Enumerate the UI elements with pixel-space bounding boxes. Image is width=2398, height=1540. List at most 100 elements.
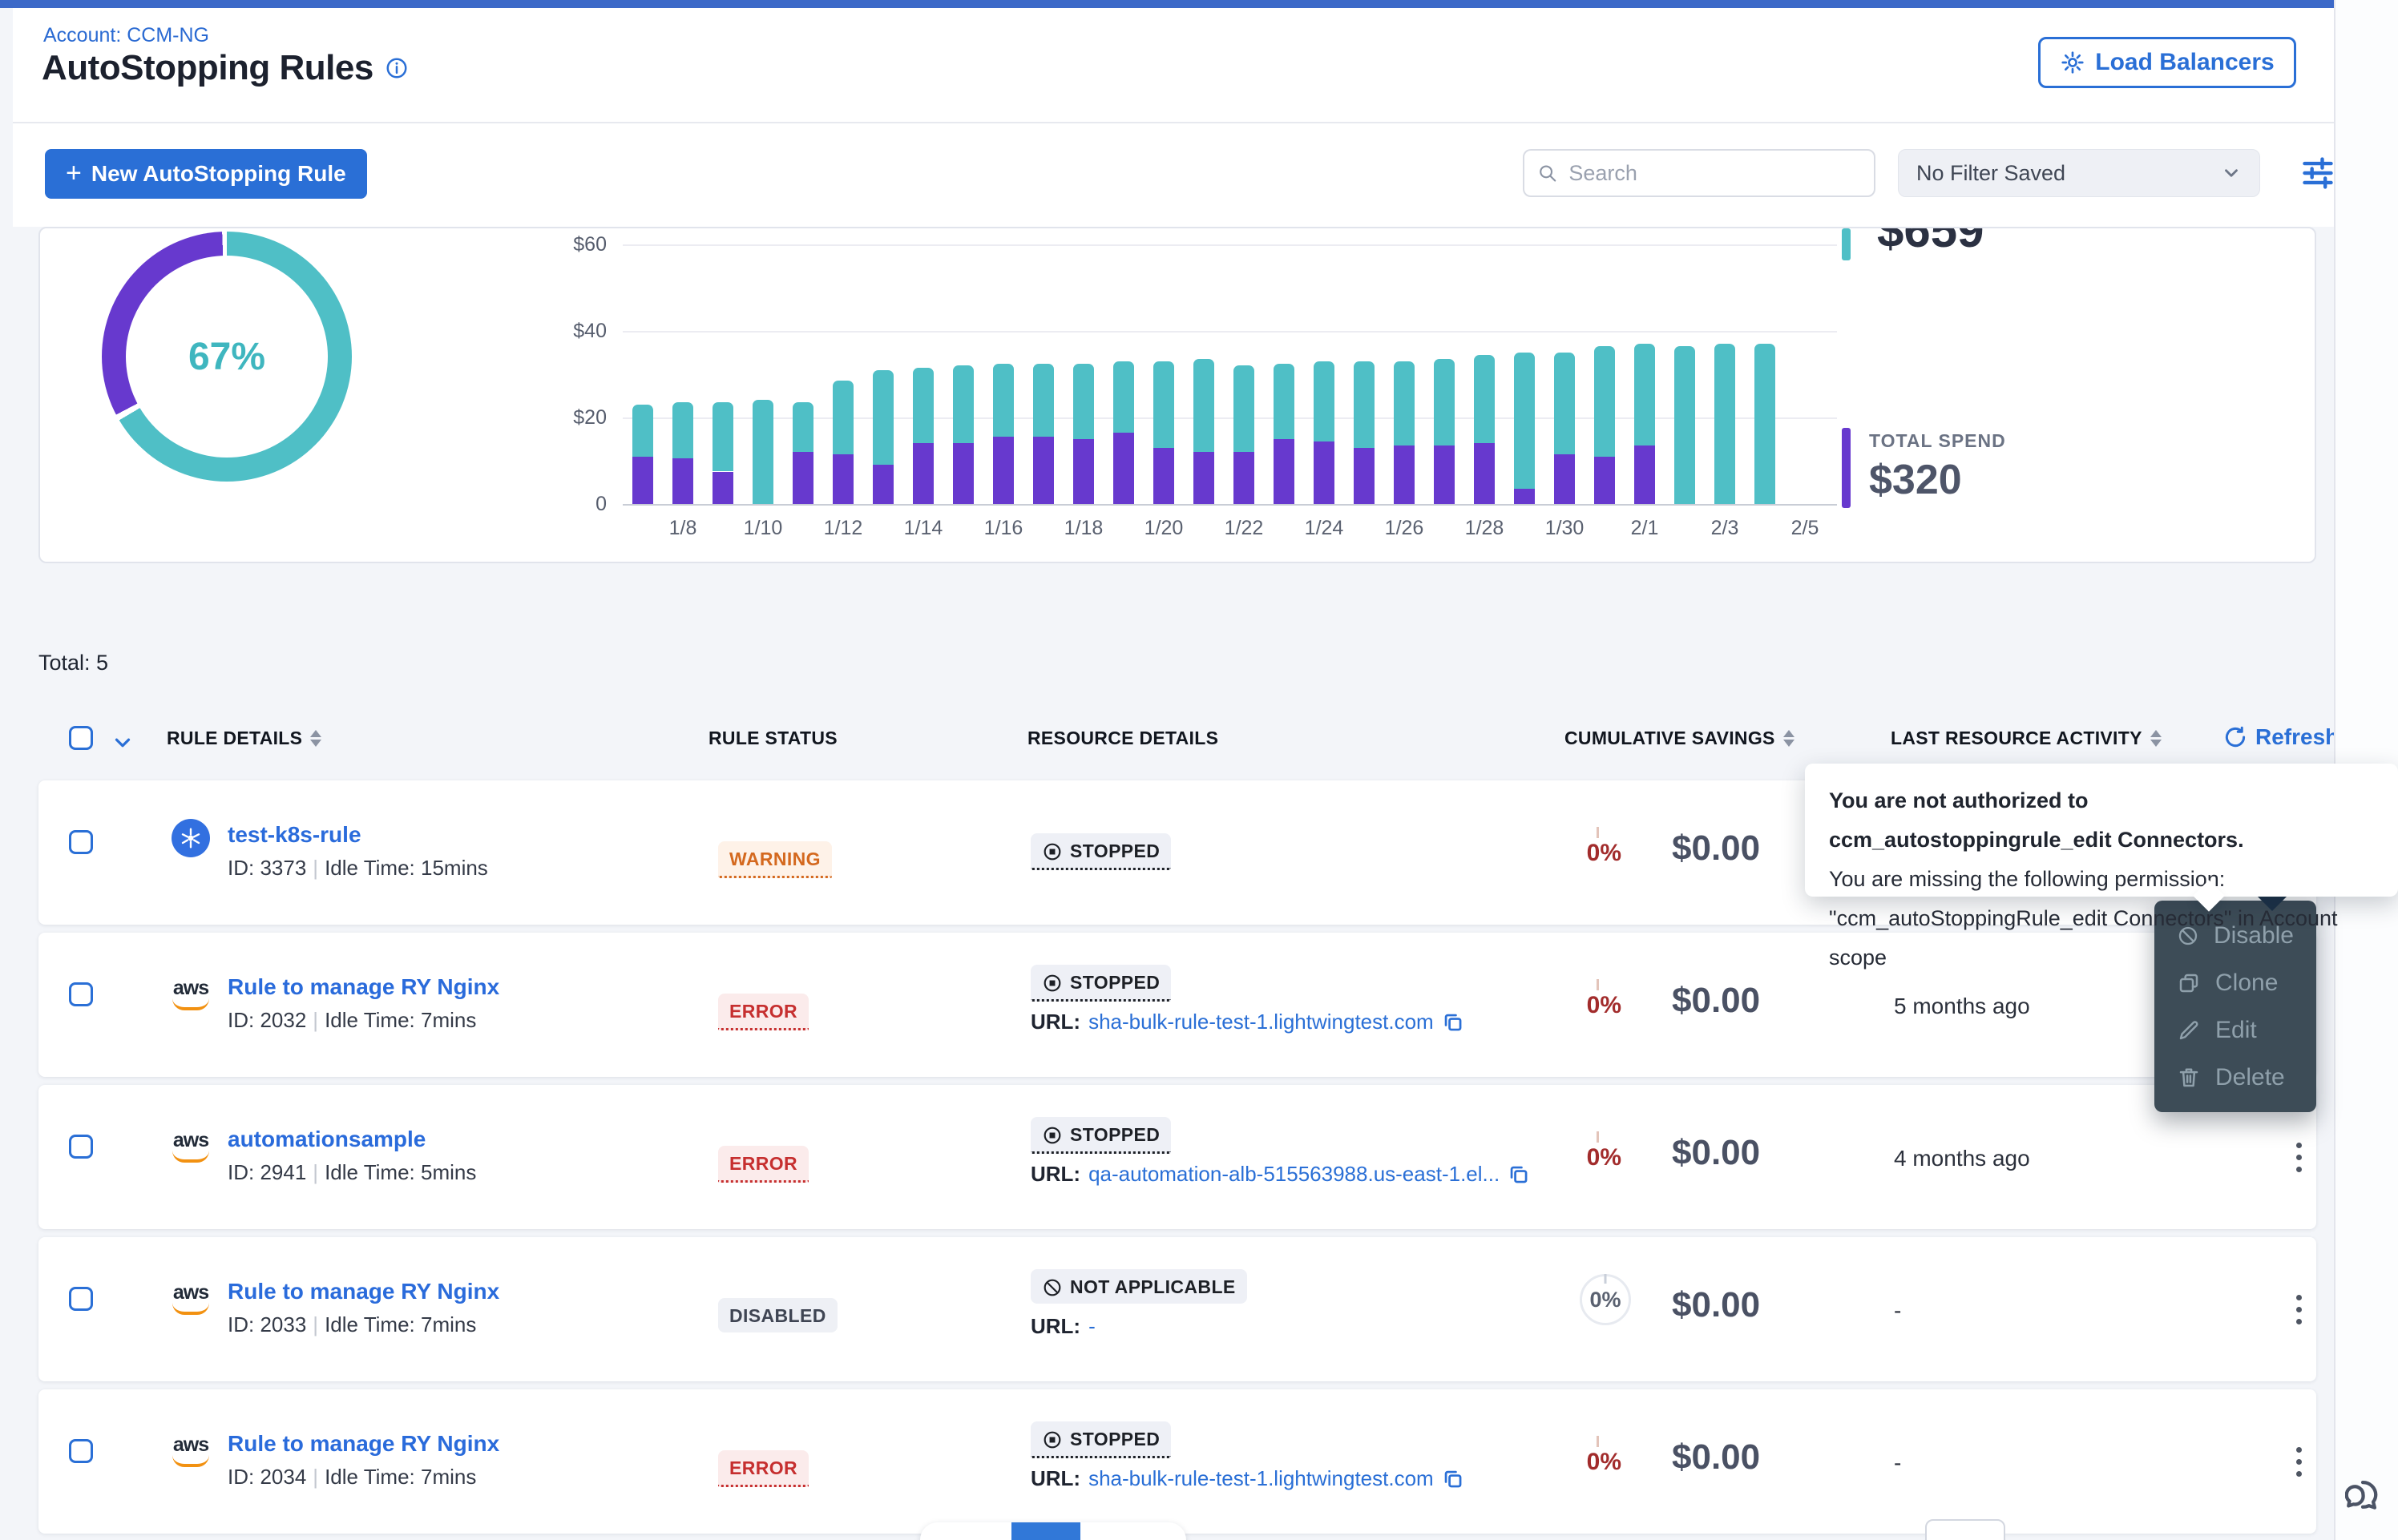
row-checkbox[interactable]	[69, 1439, 93, 1463]
total-spend-value: $320	[1869, 456, 1962, 504]
stopped-icon	[1042, 1429, 1063, 1450]
bar-1/25	[1354, 228, 1375, 504]
chevron-down-icon	[2221, 163, 2242, 183]
x-axis-tick: 1/30	[1545, 517, 1585, 540]
savings-amount: $0.00	[1672, 1133, 1760, 1173]
x-axis-tick: 1/22	[1225, 517, 1264, 540]
bar-1/27	[1434, 228, 1455, 504]
column-rule-details[interactable]: RULE DETAILS	[167, 728, 321, 749]
column-last-resource-activity[interactable]: LAST RESOURCE ACTIVITY	[1891, 728, 2162, 749]
resource-url-link[interactable]: sha-bulk-rule-test-1.lightwingtest.com	[1088, 1010, 1434, 1034]
search-box	[1523, 149, 1875, 197]
rule-status-badge: ERROR	[718, 994, 809, 1030]
row-checkbox[interactable]	[69, 1287, 93, 1311]
x-axis-tick: 1/18	[1064, 517, 1104, 540]
page-size-select[interactable]	[1925, 1519, 2005, 1540]
last-activity: 4 months ago	[1894, 1146, 2030, 1171]
copy-icon[interactable]	[1442, 1011, 1463, 1033]
resource-state-badge: STOPPED	[1031, 1117, 1171, 1154]
info-icon[interactable]	[385, 56, 409, 80]
bar-1/17	[1033, 228, 1054, 504]
x-axis-tick: 1/24	[1305, 517, 1344, 540]
resource-url: URL:-	[1031, 1314, 1096, 1339]
bar-1/28	[1474, 228, 1495, 504]
bar-1/14	[913, 228, 934, 504]
rule-status-badge: ERROR	[718, 1450, 809, 1487]
rule-name-link[interactable]: Rule to manage RY Nginx	[228, 1279, 499, 1304]
total-spend-accent	[1842, 428, 1851, 508]
bar-1/29	[1514, 228, 1535, 504]
chat-support-icon[interactable]	[2345, 1474, 2388, 1518]
resource-url-link[interactable]: qa-automation-alb-515563988.us-east-1.el…	[1088, 1162, 1500, 1187]
saved-filter-dropdown[interactable]: No Filter Saved	[1898, 149, 2260, 197]
sort-icon[interactable]	[2150, 730, 2162, 747]
resource-url-link[interactable]: sha-bulk-rule-test-1.lightwingtest.com	[1088, 1466, 1434, 1491]
row-checkbox[interactable]	[69, 982, 93, 1006]
savings-percent: 0%	[1525, 840, 1621, 867]
bar-1/8	[672, 228, 693, 504]
aws-icon: aws	[170, 979, 212, 1010]
savings-donut-chart: 67%	[102, 232, 352, 482]
select-all-checkbox[interactable]	[69, 726, 93, 750]
rule-status-badge: WARNING	[718, 841, 832, 878]
x-axis-tick: 1/14	[904, 517, 943, 540]
aws-icon: aws	[170, 1284, 212, 1315]
table-row: awsautomationsampleID: 2941|Idle Time: 5…	[38, 1085, 2316, 1229]
search-icon	[1537, 162, 1557, 184]
kubernetes-icon	[172, 819, 210, 857]
rule-name-link[interactable]: test-k8s-rule	[228, 822, 361, 848]
savings-stat-value: $659	[1877, 227, 1984, 258]
bar-1/31	[1594, 228, 1615, 504]
search-input[interactable]	[1567, 160, 1861, 187]
bar-2/4	[1754, 228, 1775, 504]
resource-url-link[interactable]: -	[1088, 1314, 1096, 1339]
sort-icon[interactable]	[310, 730, 321, 747]
column-cumulative-savings[interactable]: CUMULATIVE SAVINGS	[1564, 728, 1794, 749]
edit-icon	[2177, 1018, 2201, 1042]
x-axis-tick: 2/5	[1791, 517, 1819, 540]
row-checkbox[interactable]	[69, 1135, 93, 1159]
resource-url: URL:sha-bulk-rule-test-1.lightwingtest.c…	[1031, 1010, 1463, 1034]
expand-all-chevron-icon[interactable]	[111, 731, 135, 755]
bar-1/20	[1153, 228, 1174, 504]
title-row: AutoStopping Rules	[42, 48, 409, 88]
resource-state-badge: STOPPED	[1031, 1421, 1171, 1458]
row-menu-button[interactable]	[2283, 1284, 2315, 1335]
table-row: awsRule to manage RY NginxID: 2033|Idle …	[38, 1237, 2316, 1381]
stopped-icon	[1042, 841, 1063, 862]
x-axis-tick: 1/20	[1144, 517, 1184, 540]
rule-name-link[interactable]: automationsample	[228, 1127, 426, 1152]
row-menu-button[interactable]	[2283, 1131, 2315, 1183]
top-accent-bar	[0, 0, 2398, 8]
tooltip-line-3: "ccm_autoStoppingRule_edit Connectors" i…	[1829, 899, 2374, 978]
load-balancers-button[interactable]: Load Balancers	[2038, 37, 2296, 88]
tooltip-line-1: You are not authorized to ccm_autostoppi…	[1829, 781, 2374, 860]
savings-percent: 0%	[1525, 1449, 1621, 1476]
row-checkbox[interactable]	[69, 830, 93, 854]
bar-1/16	[993, 228, 1014, 504]
rule-name-link[interactable]: Rule to manage RY Nginx	[228, 974, 499, 1000]
refresh-button[interactable]: Refresh	[2223, 724, 2339, 750]
bar-1/15	[953, 228, 974, 504]
table-row: awsRule to manage RY NginxID: 2034|Idle …	[38, 1389, 2316, 1534]
rule-status-badge: ERROR	[718, 1146, 809, 1183]
table-header: RULE DETAILS RULE STATUS RESOURCE DETAIL…	[38, 718, 2316, 760]
y-axis-tick: $20	[519, 406, 607, 429]
copy-icon[interactable]	[1442, 1468, 1463, 1490]
sort-icon[interactable]	[1783, 730, 1794, 747]
row-menu-button[interactable]	[2283, 1436, 2315, 1487]
rule-name-link[interactable]: Rule to manage RY Nginx	[228, 1431, 499, 1457]
context-menu-item-delete[interactable]: Delete	[2154, 1064, 2316, 1091]
last-activity: 5 months ago	[1894, 994, 2030, 1019]
pagination-active-page[interactable]	[1011, 1522, 1080, 1540]
filter-panel-icon[interactable]	[2300, 155, 2335, 191]
context-menu-item-edit[interactable]: Edit	[2154, 1017, 2316, 1044]
savings-amount: $0.00	[1672, 828, 1760, 869]
new-autostopping-rule-button[interactable]: + New AutoStopping Rule	[45, 149, 367, 199]
x-axis-tick: 1/16	[984, 517, 1023, 540]
breadcrumb-account[interactable]: Account: CCM-NG	[43, 24, 209, 47]
bar-2/2	[1674, 228, 1695, 504]
aws-icon: aws	[170, 1436, 212, 1467]
delete-icon	[2177, 1066, 2201, 1090]
total-count: Total: 5	[38, 651, 108, 675]
